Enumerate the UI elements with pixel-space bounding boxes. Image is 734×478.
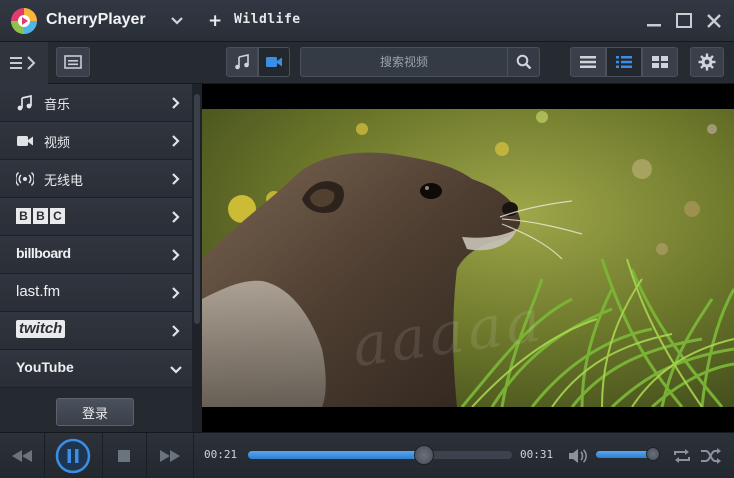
bbc-logo: BBC (16, 208, 65, 224)
sidebar-item-twitch[interactable]: twitch (0, 312, 192, 350)
title-bar: CherryPlayer + Wildlife (0, 0, 734, 42)
repeat-icon[interactable] (672, 447, 692, 465)
chevron-right-icon (172, 325, 180, 337)
settings-button[interactable] (690, 47, 724, 77)
video-camera-icon (17, 136, 33, 146)
music-note-icon (235, 54, 249, 70)
playlist-panel-button[interactable] (56, 47, 90, 77)
sidebar-item-video[interactable]: 视频 (0, 122, 192, 160)
login-area: 登录 (0, 388, 192, 432)
chevron-right-icon (172, 287, 180, 299)
lastfm-logo: last.fm (16, 283, 61, 300)
search-icon (516, 54, 531, 70)
new-tab-plus-icon[interactable]: + (208, 11, 222, 31)
sidebar-item-music[interactable]: 音乐 (0, 84, 192, 122)
menu-collapse-icon (10, 56, 36, 70)
elapsed-time: 00:21 (204, 448, 238, 461)
sidebar-item-bbc[interactable]: BBC (0, 198, 192, 236)
detail-list-icon (616, 56, 632, 68)
chevron-right-icon (172, 135, 180, 147)
sidebar-item-label: 视频 (44, 136, 71, 151)
app-title: CherryPlayer (46, 11, 146, 28)
chevron-right-icon (172, 173, 180, 185)
sidebar-item-radio[interactable]: 无线电 (0, 160, 192, 198)
shuffle-icon[interactable] (700, 447, 722, 465)
sidebar-item-lastfm[interactable]: last.fm (0, 274, 192, 312)
volume-slider[interactable] (596, 447, 660, 461)
chevron-right-icon (172, 211, 180, 223)
cherryplayer-logo-icon (11, 8, 37, 34)
playlist-panel-icon (64, 55, 82, 69)
login-button[interactable]: 登录 (56, 398, 134, 426)
close-icon[interactable] (704, 11, 724, 31)
rewind-button[interactable] (0, 433, 44, 478)
seek-bar-knob[interactable] (414, 445, 435, 465)
youtube-logo: YouTube (16, 359, 74, 375)
sidebar-item-label: 无线电 (44, 174, 84, 189)
billboard-logo: billboard (16, 245, 71, 261)
maximize-icon[interactable] (674, 11, 694, 31)
music-note-icon (17, 95, 32, 111)
scrollbar-thumb[interactable] (194, 94, 200, 324)
sidebar-item-label: 音乐 (44, 98, 71, 113)
twitch-logo: twitch (16, 320, 66, 338)
sidebar-toggle-button[interactable] (0, 42, 48, 84)
pause-button[interactable] (50, 433, 96, 478)
gear-icon (698, 53, 716, 71)
chevron-right-icon (172, 249, 180, 261)
chevron-down-icon[interactable] (170, 14, 184, 28)
player-controls: 00:21 00:31 (0, 432, 734, 478)
pause-icon (55, 438, 91, 474)
toolbar (0, 42, 734, 84)
fast-forward-button[interactable] (148, 433, 192, 478)
music-mode-button[interactable] (226, 47, 258, 77)
stop-icon (118, 450, 130, 462)
seek-bar-fill (248, 451, 425, 459)
list-view-button[interactable] (570, 47, 606, 77)
sidebar-item-youtube[interactable]: YouTube (0, 350, 192, 388)
chevron-down-icon (170, 366, 182, 374)
volume-icon[interactable] (568, 447, 588, 465)
search-input[interactable] (301, 48, 507, 76)
search-button[interactable] (507, 48, 539, 76)
chevron-right-icon (172, 97, 180, 109)
radio-icon (16, 171, 34, 187)
remaining-time: 00:31 (520, 448, 554, 461)
youtube-logo-text: YouTube (16, 359, 74, 375)
video-camera-icon (266, 57, 282, 67)
grid-view-button[interactable] (642, 47, 678, 77)
volume-fill (596, 451, 653, 458)
tab-title[interactable]: Wildlife (234, 12, 301, 27)
detail-list-view-button[interactable] (606, 47, 642, 77)
grid-view-icon (652, 56, 668, 68)
fast-forward-icon (160, 450, 180, 462)
seek-bar[interactable] (248, 445, 512, 465)
volume-knob[interactable] (646, 447, 660, 461)
sidebar-item-billboard[interactable]: billboard (0, 236, 192, 274)
video-area[interactable]: aaaaa (202, 84, 734, 432)
video-mode-button[interactable] (258, 47, 290, 77)
minimize-icon[interactable] (644, 11, 664, 31)
stop-button[interactable] (104, 433, 144, 478)
sidebar: 音乐 视频 无线电 BBC billboard last.fm twitch Y… (0, 84, 192, 432)
rewind-icon (12, 450, 32, 462)
search-box (300, 47, 540, 77)
sidebar-scrollbar[interactable] (192, 84, 202, 432)
list-view-icon (580, 56, 596, 68)
